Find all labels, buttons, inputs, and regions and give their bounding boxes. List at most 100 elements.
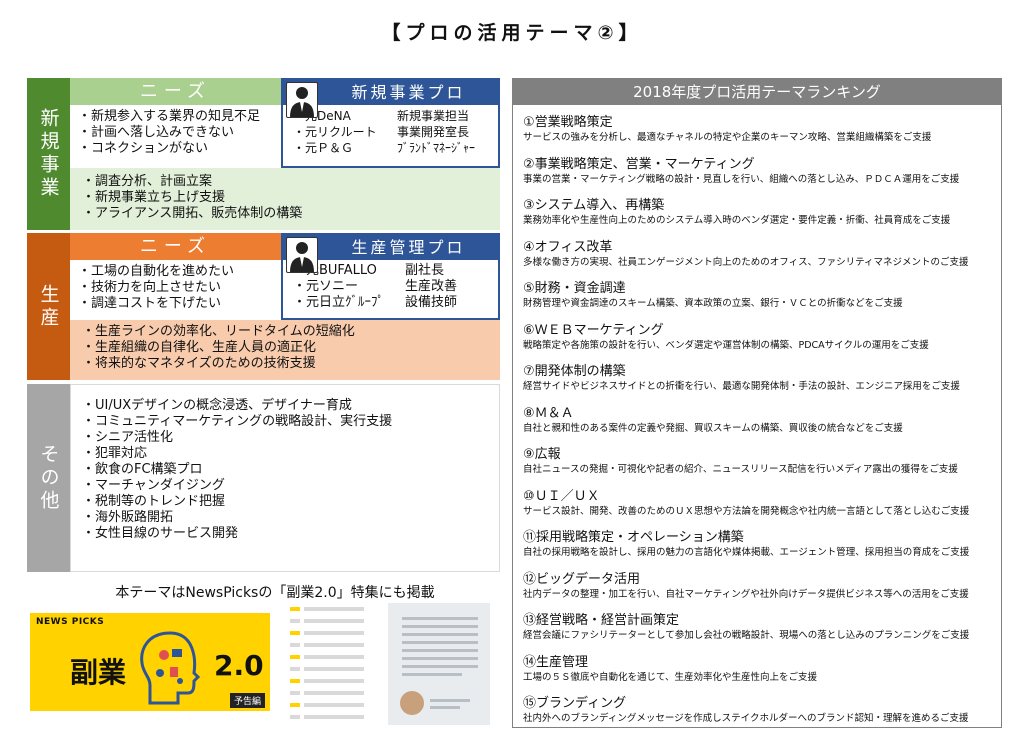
ranking-item-desc: 工場の５Ｓ徹底や自動化を通じて、生産効率化や生産性向上をご支援 [523,671,818,683]
ranking-item: ⑪採用戦略策定・オペレーション構築自社の採用戦略を設計し、採用の魅力の言語化や媒… [523,530,1003,559]
ranking-item-desc: 自社ニュースの発掘・可視化や記者の紹介、ニュースリリース配信を行いメディア露出の… [523,464,958,475]
pro-row: ・元Ｐ＆Ｇ ﾌﾞﾗﾝﾄﾞﾏﾈｰｼﾞｬｰ [293,140,498,156]
ranking-item-title: ⑪採用戦略策定・オペレーション構築 [523,530,744,545]
ranking-item: ⑧Ｍ＆Ａ 自社と親和性のある案件の定義や発掘、買収スキームの構築、買収後の統合など… [523,406,1003,435]
list-item: ・新規参入する業界の知見不足 [78,109,261,124]
section-label-other: その他 [27,384,70,572]
ranking-item-title: ②事業戦略策定、営業・マーケティング [523,156,755,172]
person-icon [286,237,318,273]
pro-role: ﾌﾞﾗﾝﾄﾞﾏﾈｰｼﾞｬｰ [397,141,476,155]
pro-role: 事業開発室長 [397,125,470,139]
section-label-text: その他 [37,443,60,513]
pro-org: ・元ソニー [293,279,359,294]
ranking-item-desc: サービスの強みを分析し、最適なチャネルの特定や企業のキーマン攻略、営業組織構築を… [523,132,932,143]
article-thumbnail [288,603,378,725]
needs-list: ・新規参入する業界の知見不足 ・計画へ落し込みできない ・コネクションがない [70,105,281,168]
quote-thumbnail [388,603,490,725]
newspicks-banner: NEWS PICKS 副業 2.0 予告編 [30,613,270,711]
ranking-item-title: ⑬経営戦略・経営計画策定 [523,613,680,628]
ranking-item-desc: 多様な働き方の実現、社員エンゲージメント向上のためのオフィス、ファシリティマネジ… [523,256,969,268]
pro-org: ・元日立ｸﾞﾙｰﾌﾟ [293,295,385,310]
pro-box: 生産管理プロ ・元BUFALLO 副社長 ・元ソニー 生産改善 ・元日立ｸﾞﾙｰﾌﾟ… [281,233,500,320]
list-item: ・UI/UXデザインの概念浸透、デザイナー育成 [82,398,352,413]
ranking-item: ⑦開発体制の構築経営サイドやビジネスサイドとの折衝を行い、最適な開発体制・手法の… [523,364,1003,393]
person-icon [286,82,318,118]
section-label-production: 生産 [27,233,70,380]
ranking-item-desc: 社内外へのブランディングメッセージを作成しステイクホルダーへのブランド認知・理解… [523,713,969,724]
ranking-list: ①営業戦略策定サービスの強みを分析し、最適なチャネルの特定や企業のキーマン攻略、… [523,115,1003,724]
ranking-item-desc: 自社の採用戦略を設計し、採用の魅力の言語化や媒体掲載、エージェント管理、採用担当… [523,547,970,558]
ranking-item-desc: 戦略策定や各施策の設計を行い、ベンダ選定や運営体制の構築、PDCAサイクルの運用… [523,339,929,351]
list-item: ・生産組織の自律化、生産人員の適正化 [82,340,317,355]
pro-box: 新規事業プロ ・元DeNA 新規事業担当 ・元リクルート 事業開発室長 ・元Ｐ＆Ｇ ﾌ… [281,78,500,168]
theme-list: ・調査分析、計画立案 ・新規事業立ち上げ支援 ・アライアンス開拓、販売体制の構築 [70,168,500,230]
list-item: ・女性目線のサービス開発 [82,526,239,541]
list-item: ・計画へ落し込みできない [78,125,235,140]
ranking-item-title: ⑤財務・資金調達 [523,281,626,296]
section-label-text: 新規事業 [37,108,60,200]
pro-org: ・元リクルート [293,125,377,139]
list-item: ・生産ラインの効率化、リードタイムの短縮化 [82,324,355,339]
ranking-item: ④オフィス改革 多様な働き方の実現、社員エンゲージメント向上のためのオフィス、ファ… [523,240,1003,269]
list-item: ・犯罪対応 [82,446,148,461]
page-title: 【プロの活用テーマ②】 [381,22,643,44]
theme-list: ・UI/UXデザインの概念浸透、デザイナー育成 ・コミュニティマーケティングの戦… [70,384,500,572]
banner-main-word: 副業 [70,656,127,689]
ranking-item-desc: 事業の営業・マーケティング戦略の設計・見直しを行い、組織への落とし込み、ＰＤＣＡ… [523,173,960,185]
ranking-item: ⑥ＷＥＢマーケティング 戦略策定や各施策の設計を行い、ベンダ選定や運営体制の構築、… [523,323,1003,352]
ranking-item-desc: 経営会議にファシリテーターとして参加し会社の戦略設計、現場への落とし込みのプラン… [523,630,970,641]
pro-role: 設備技師 [405,295,458,310]
needs-header: ニーズ [70,78,281,105]
head-graphic-icon [140,631,201,705]
theme-list: ・生産ラインの効率化、リードタイムの短縮化 ・生産組織の自律化、生産人員の適正化… [70,320,500,380]
ranking-item-title: ⑧Ｍ＆Ａ [523,405,574,421]
list-item: ・調査分析、計画立案 [82,174,213,189]
ranking-item-desc: 経営サイドやビジネスサイドとの折衝を行い、最適な開発体制・手法の設計、エンジニア… [523,381,960,392]
banner-tag: 予告編 [230,693,266,708]
ranking-item: ⑭生産管理 工場の５Ｓ徹底や自動化を通じて、生産効率化や生産性向上をご支援 [523,655,1003,684]
ranking-header: 2018年度プロ活用テーマランキング [513,79,1001,105]
pro-role: 新規事業担当 [397,109,470,123]
ranking-item-title: ⑨広報 [523,447,561,462]
ranking-item: ⑩ＵＩ／ＵＸ サービス設計、開発、改善のためのＵＸ思想や方法論を開発概念や社内統一… [523,489,1003,518]
ranking-item: ②事業戦略策定、営業・マーケティング 事業の営業・マーケティング戦略の設計・見直し… [523,157,1003,186]
ranking-item: ⑨広報自社ニュースの発掘・可視化や記者の紹介、ニュースリリース配信を行いメディア… [523,447,1003,476]
pro-org: ・元Ｐ＆Ｇ [293,141,354,155]
ranking-item-title: ⑭生産管理 [523,654,589,670]
ranking-item-desc: 社内データの整理・加工を行い、自社マーケティングや社外向けデータ提供ビジネス等へ… [523,588,969,600]
ranking-item-desc: サービス設計、開発、改善のためのＵＸ思想や方法論を開発概念や社内統一言語として落… [523,505,970,517]
ranking-item: ⑮ブランディング社内外へのブランディングメッセージを作成しステイクホルダーへのブ… [523,696,1003,725]
list-item: ・工場の自動化を進めたい [78,264,235,279]
ranking-item: ①営業戦略策定サービスの強みを分析し、最適なチャネルの特定や企業のキーマン攻略、… [523,115,1003,144]
list-item: ・アライアンス開拓、販売体制の構築 [82,206,303,221]
pro-row: ・元ソニー 生産改善 [293,279,498,295]
section-label-text: 生産 [37,283,60,330]
list-item: ・将来的なマネタイズのための技術支援 [82,356,316,371]
ranking-item-title: ①営業戦略策定 [523,115,613,130]
list-item: ・新規事業立ち上げ支援 [82,190,226,205]
ranking-item: ③システム導入、再構築 業務効率化や生産性向上のためのシステム導入時のベンダ選定・… [523,198,1003,227]
ranking-item-title: ⑦開発体制の構築 [523,364,626,379]
ranking-item-title: ④オフィス改革 [523,239,613,255]
list-item: ・技術力を向上させたい [78,280,222,295]
section-label-new-business: 新規事業 [27,78,70,230]
list-item: ・飲食のFC構築プロ [82,462,203,477]
list-item: ・海外販路開拓 [82,510,174,525]
ranking-item: ⑬経営戦略・経営計画策定経営会議にファシリテーターとして参加し会社の戦略設計、現… [523,613,1003,642]
ranking-item: ⑫ビッグデータ活用 社内データの整理・加工を行い、自社マーケティングや社外向けデー… [523,572,1003,601]
banner-version: 2.0 [214,649,264,682]
pro-role: 生産改善 [405,279,458,294]
ranking-item-title: ⑩ＵＩ／ＵＸ [523,488,600,504]
newspicks-caption: 本テーマはNewsPicksの「副業2.0」特集にも掲載 [115,585,435,601]
ranking-item-title: ⑮ブランディング [523,696,627,711]
ranking-item-title: ⑫ビッグデータ活用 [523,571,641,587]
needs-header: ニーズ [70,233,281,260]
needs-list: ・工場の自動化を進めたい ・技術力を向上させたい ・調達コストを下げたい [70,260,281,320]
list-item: ・税制等のトレンド把握 [82,494,226,509]
pro-row: ・元リクルート 事業開発室長 [293,124,498,140]
pro-row: ・元日立ｸﾞﾙｰﾌﾟ 設備技師 [293,295,498,311]
ranking-item-title: ⑥ＷＥＢマーケティング [523,322,664,338]
ranking-item-desc: 自社と親和性のある案件の定義や発掘、買収スキームの構築、買収後の統合などをご支援 [523,422,903,434]
list-item: ・調達コストを下げたい [78,296,222,311]
ranking-item-desc: 業務効率化や生産性向上のためのシステム導入時のベンダ選定・要件定義・折衝、社員育… [523,215,951,226]
